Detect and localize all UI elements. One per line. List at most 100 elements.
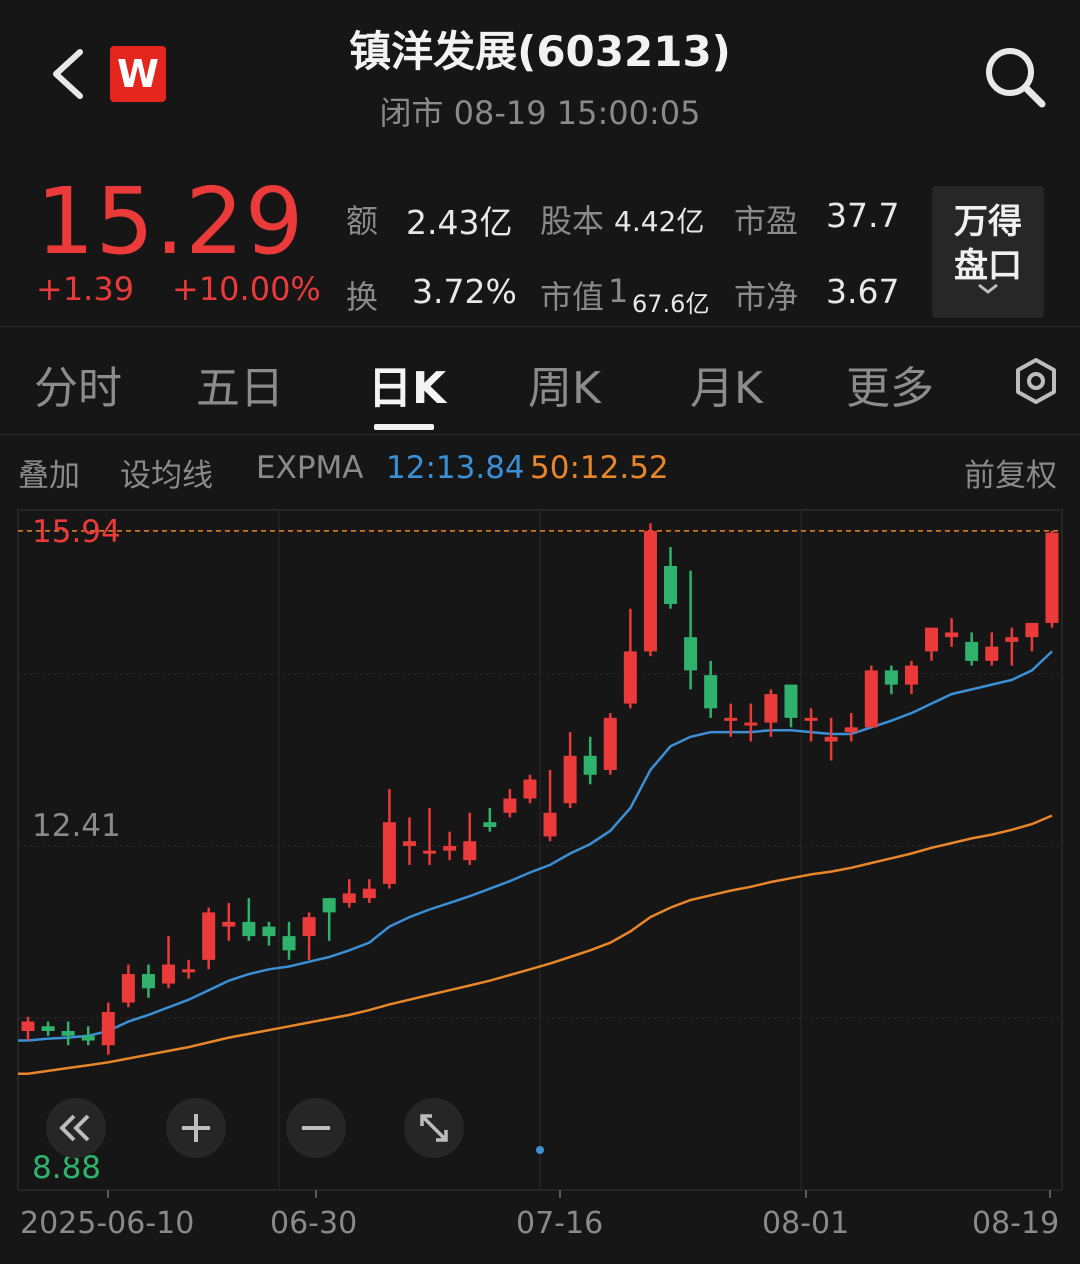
x-tick-label: 08-01 — [762, 1206, 850, 1241]
stat-value-turnover: 3.72% — [412, 272, 517, 311]
tab-intraday[interactable]: 分时 — [34, 352, 122, 416]
tab-five-day[interactable]: 五日 — [196, 352, 284, 416]
candle-body — [925, 627, 939, 652]
candle-body — [202, 912, 216, 960]
candle-body — [884, 670, 898, 685]
candle-body — [342, 893, 356, 903]
candle-body — [543, 812, 557, 837]
candle-body — [563, 755, 577, 804]
wind-button-line1: 万得 — [954, 202, 1022, 242]
candle-body — [764, 694, 778, 723]
crosshair-dot — [536, 1146, 544, 1154]
candle-body — [81, 1035, 95, 1041]
candle-body — [182, 969, 196, 973]
stat-label-mktcap: 市值 — [540, 278, 605, 316]
candle-body — [844, 727, 858, 733]
candle-body — [523, 779, 537, 799]
overlay-button[interactable]: 叠加 — [18, 450, 80, 495]
double-chevron-left-icon — [59, 1114, 90, 1142]
candle-body — [362, 888, 376, 899]
candle-body — [302, 917, 316, 937]
stat-label-turnover: 换 — [346, 278, 379, 316]
y-label-mid: 12.41 — [32, 808, 121, 844]
stat-label-amount: 额 — [346, 202, 379, 240]
tab-monthly-k[interactable]: 月K — [690, 352, 763, 416]
stat-value-mktcap-prefix: 1 — [608, 272, 629, 310]
price-change: +1.39 — [36, 270, 135, 308]
indicator-name[interactable]: EXPMA — [256, 450, 363, 486]
minus-icon — [302, 1126, 330, 1130]
candle-body — [101, 1012, 115, 1046]
stat-value-pb: 3.67 — [826, 272, 900, 311]
candle-body — [282, 936, 296, 951]
candle-body — [724, 717, 738, 721]
wind-orderbook-button[interactable]: 万得 盘口 — [932, 186, 1044, 318]
candle-body — [483, 822, 497, 827]
stat-value-amount: 2.43亿 — [406, 203, 513, 242]
candle-body — [162, 964, 176, 984]
candle-body — [443, 845, 457, 851]
tab-more[interactable]: 更多 — [846, 352, 934, 416]
stat-label-pb: 市净 — [734, 278, 799, 316]
candle-body — [603, 717, 617, 771]
price-change-percent: +10.00% — [172, 270, 321, 308]
divider — [0, 434, 1080, 435]
candle-body — [463, 841, 477, 861]
expand-icon — [420, 1114, 448, 1142]
candle-body — [402, 841, 416, 846]
candle-body — [1005, 637, 1019, 642]
candle-body — [503, 798, 517, 813]
search-icon[interactable] — [982, 44, 1048, 110]
stat-value-shares: 4.42亿 — [614, 205, 705, 238]
candle-body — [804, 717, 818, 721]
candle-body — [664, 565, 678, 604]
stat-label-shares: 股本 — [540, 202, 605, 240]
zoom-in-button[interactable] — [166, 1098, 226, 1158]
candle-body — [904, 665, 918, 685]
x-tick-label: 08-19 — [972, 1206, 1060, 1241]
candle-body — [704, 675, 718, 709]
candle-body — [322, 898, 336, 913]
stat-value-pe: 37.7 — [826, 196, 900, 235]
last-price: 15.29 — [36, 168, 305, 275]
stat-value-mktcap: 67.6亿 — [632, 290, 710, 318]
candle-body — [945, 632, 959, 638]
candle-body — [1025, 622, 1039, 638]
candle-body — [684, 637, 698, 671]
set-ma-button[interactable]: 设均线 — [120, 450, 213, 495]
y-label-high: 15.94 — [32, 514, 121, 550]
candle-body — [744, 722, 758, 726]
candle-body — [623, 651, 637, 704]
candle-body — [262, 926, 276, 937]
candle-body — [382, 822, 396, 884]
candle-body — [21, 1021, 35, 1032]
x-tick-label: 07-16 — [516, 1206, 604, 1241]
candle-body — [242, 921, 256, 937]
candle-body — [583, 755, 597, 775]
candle-body — [1045, 532, 1059, 623]
candle-body — [965, 641, 979, 661]
candle-body — [643, 530, 657, 652]
scroll-left-button[interactable] — [46, 1098, 106, 1158]
divider — [0, 326, 1080, 327]
settings-icon[interactable] — [1012, 356, 1060, 406]
zoom-out-button[interactable] — [286, 1098, 346, 1158]
candle-body — [423, 850, 437, 854]
fullscreen-button[interactable] — [404, 1098, 464, 1158]
x-tick-label: 06-30 — [270, 1206, 358, 1241]
adjust-button[interactable]: 前复权 — [964, 450, 1057, 495]
plus-icon — [182, 1114, 210, 1142]
tab-weekly-k[interactable]: 周K — [528, 352, 601, 416]
stat-label-pe: 市盈 — [734, 202, 799, 240]
candle-body — [121, 974, 135, 1003]
wind-button-line2: 盘口 — [954, 246, 1022, 286]
candle-body — [864, 670, 878, 728]
tab-daily-k[interactable]: 日K — [368, 352, 446, 416]
ema12-value: 12:13.84 — [386, 450, 525, 486]
kline-chart[interactable]: 15.94 12.41 8.88 — [0, 500, 1080, 1200]
candle-body — [784, 684, 798, 718]
active-tab-indicator — [374, 424, 434, 430]
ema50-line — [18, 814, 1053, 1075]
candle-body — [141, 974, 155, 989]
candle-body — [824, 736, 838, 742]
